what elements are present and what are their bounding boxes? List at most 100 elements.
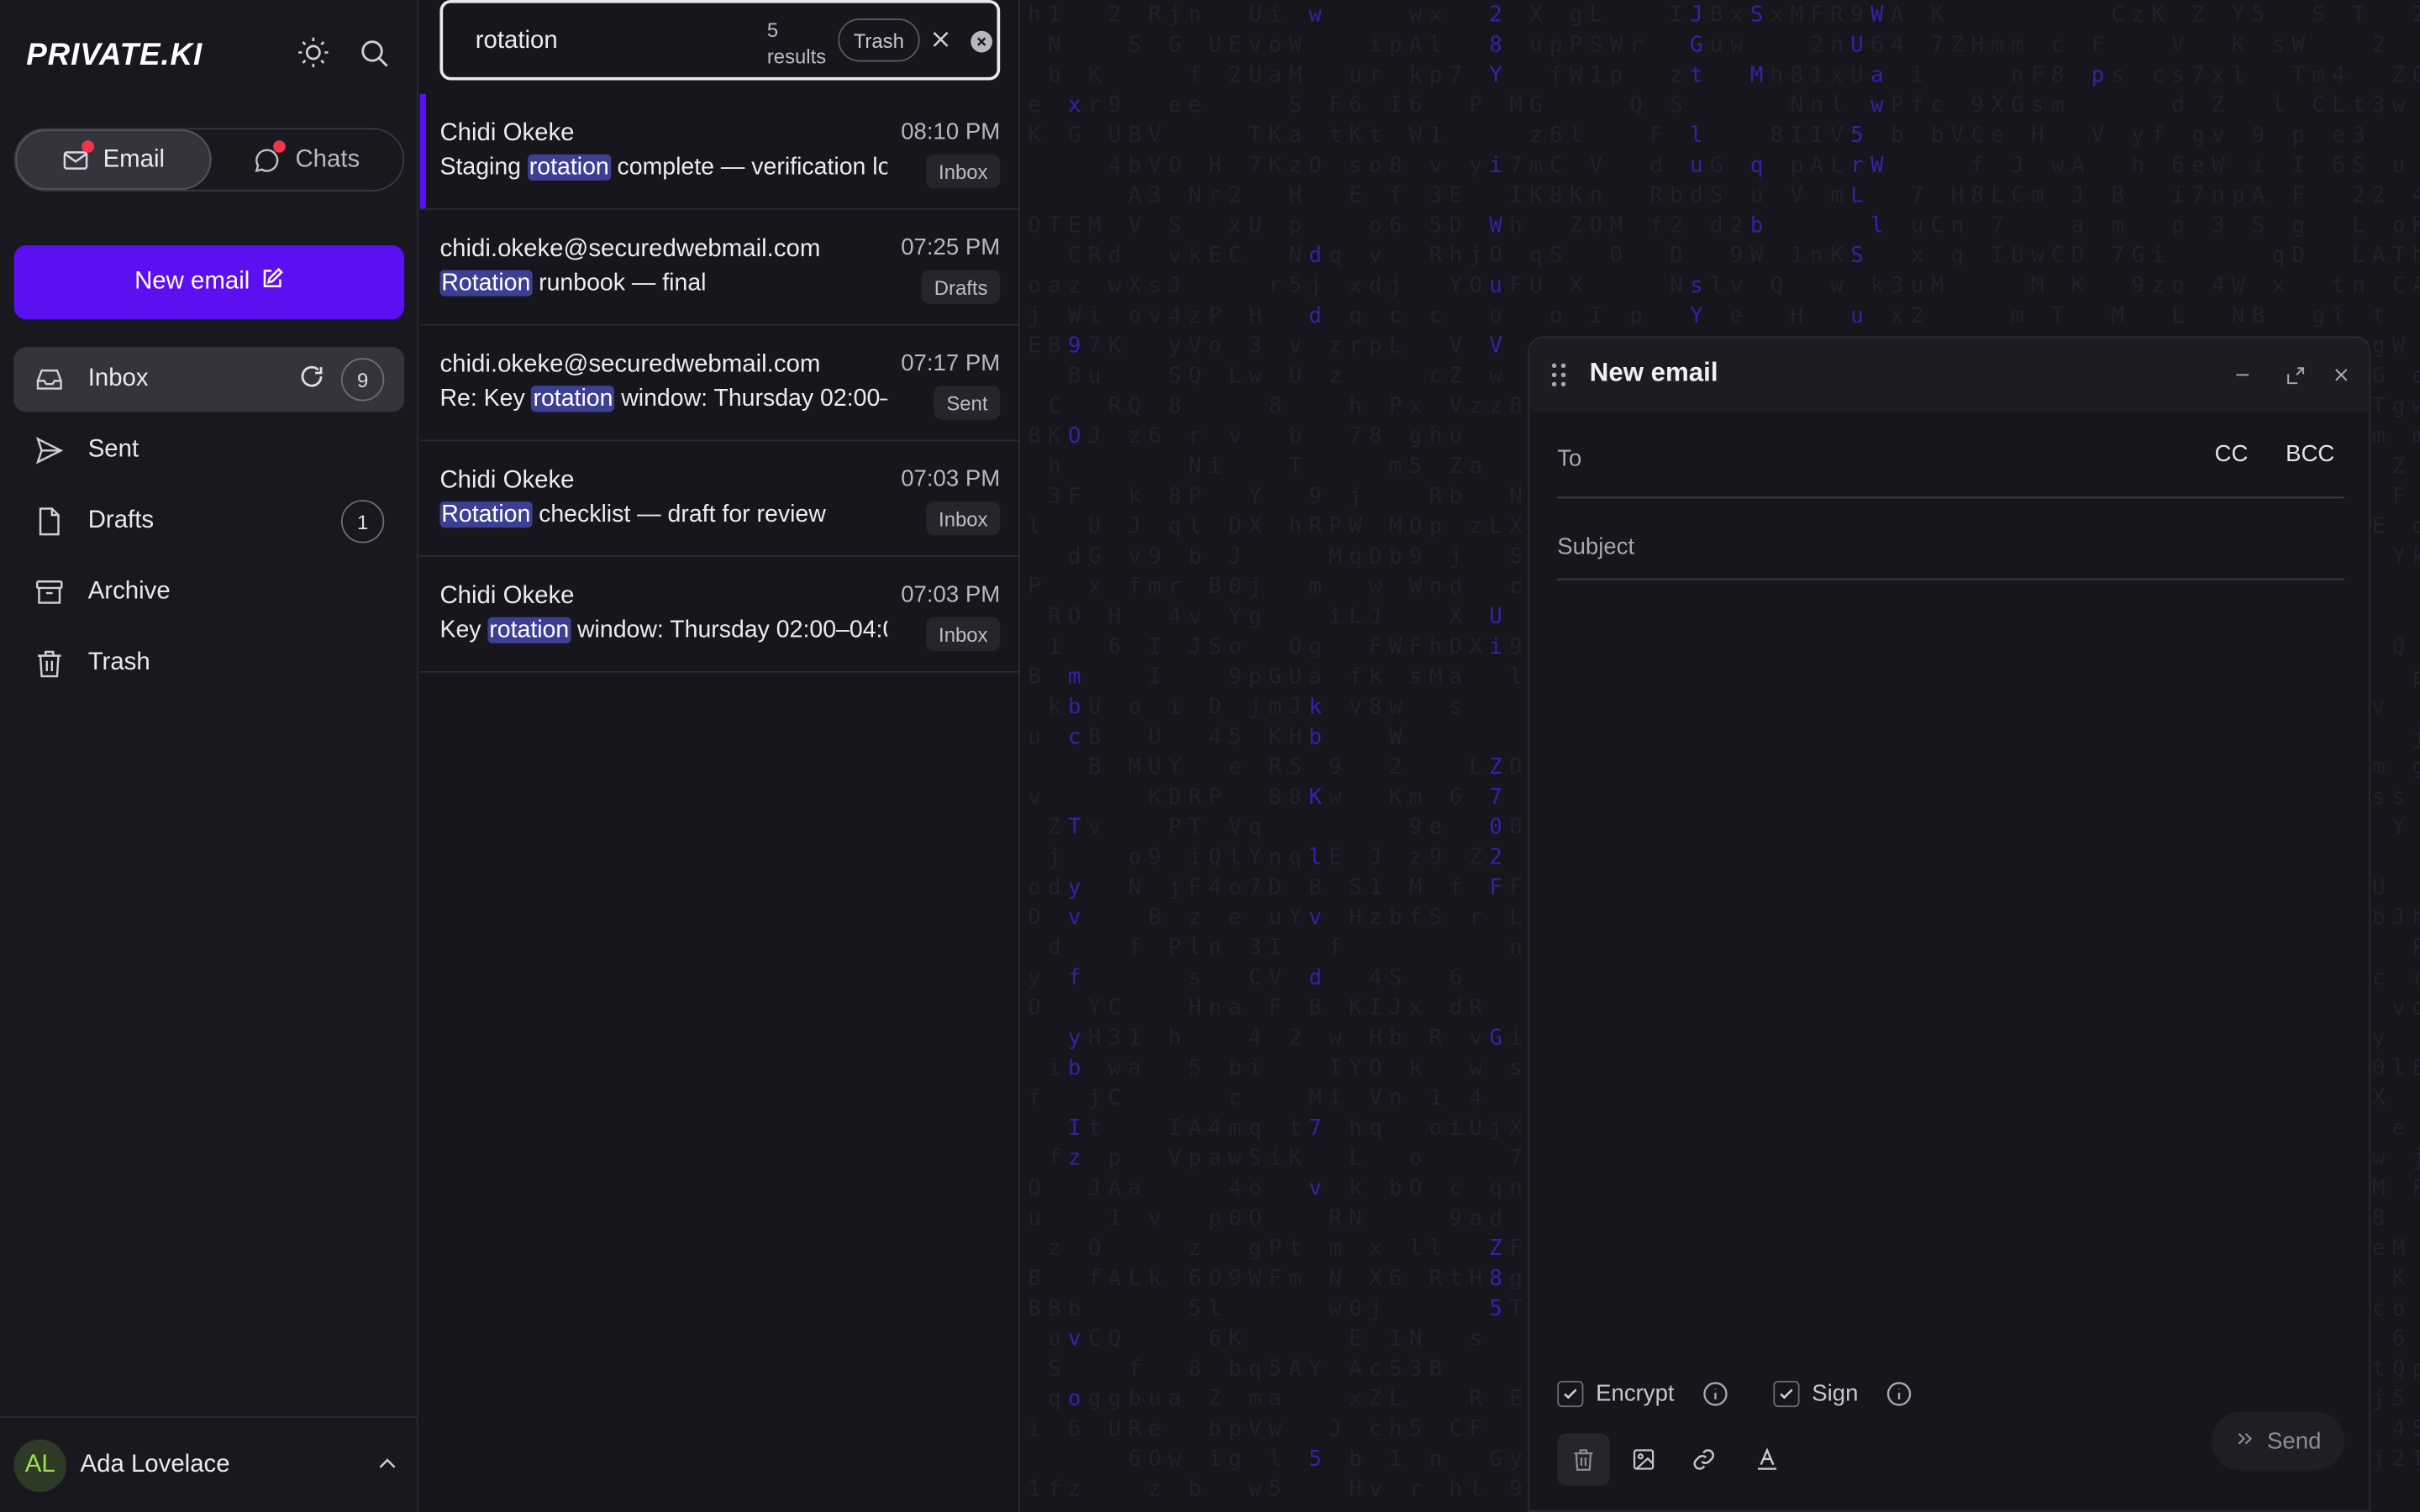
search-bar[interactable]: rotation 5 results Trash	[439, 0, 1001, 81]
svg-text:i: i	[1328, 1085, 1341, 1110]
filter-chip-trash[interactable]: Trash	[838, 18, 920, 62]
svg-text:c: c	[2051, 33, 2064, 58]
search-icon[interactable]	[355, 34, 392, 71]
info-icon[interactable]	[1702, 1381, 1728, 1407]
list-item[interactable]: chidi.okeke@securedwebmail.com Rotation …	[419, 210, 1021, 326]
svg-text:E: E	[1228, 33, 1241, 58]
sidebar-item-drafts[interactable]: Drafts 1	[14, 489, 405, 554]
bcc-button[interactable]: BCC	[2286, 441, 2334, 467]
svg-text:d: d	[2171, 92, 2184, 118]
svg-text:v: v	[1068, 1326, 1081, 1352]
svg-text:3: 3	[1429, 183, 1442, 208]
svg-text:h: h	[1289, 514, 1302, 539]
svg-text:E: E	[1028, 333, 1040, 359]
svg-text:o: o	[1369, 213, 1381, 238]
encrypt-option[interactable]: Encrypt	[1557, 1380, 1728, 1408]
svg-text:b: b	[1188, 1477, 1201, 1502]
svg-text:0: 0	[1349, 1296, 1361, 1321]
svg-text:N: N	[1509, 484, 1522, 509]
svg-text:v: v	[1349, 694, 1361, 719]
cc-button[interactable]: CC	[2215, 441, 2249, 467]
sidebar-item-trash[interactable]: Trash	[14, 631, 405, 696]
encrypt-checkbox[interactable]	[1557, 1380, 1584, 1408]
list-item[interactable]: chidi.okeke@securedwebmail.com Re: Key r…	[419, 326, 1021, 442]
clear-search-icon[interactable]	[971, 30, 992, 53]
list-item[interactable]: Chidi Okeke Staging rotation complete — …	[419, 94, 1021, 210]
svg-text:c: c	[1449, 1176, 1462, 1201]
search-input[interactable]: rotation	[476, 28, 558, 55]
svg-text:9: 9	[1309, 484, 1322, 509]
svg-text:z: z	[1149, 1477, 1161, 1502]
svg-text:f: f	[1128, 1356, 1141, 1381]
subject-field[interactable]: Subject	[1557, 512, 2344, 580]
svg-text:i: i	[2252, 153, 2265, 178]
svg-text:m: m	[2011, 303, 2023, 328]
list-item[interactable]: Chidi Okeke Key rotation window: Thursda…	[419, 557, 1021, 673]
svg-text:k: k	[1188, 243, 1202, 268]
text-format-icon[interactable]	[1741, 1433, 1793, 1485]
svg-text:N: N	[1328, 1266, 1341, 1291]
svg-text:l: l	[2332, 303, 2344, 328]
svg-text:0: 0	[1470, 273, 1482, 298]
link-icon[interactable]	[1677, 1433, 1729, 1485]
svg-text:F: F	[1649, 123, 1662, 148]
svg-text:W: W	[1409, 123, 1423, 148]
minimize-icon[interactable]	[2228, 361, 2256, 389]
close-icon[interactable]	[2328, 361, 2355, 389]
svg-text:2: 2	[1810, 33, 1823, 58]
discard-trash-icon[interactable]	[1557, 1433, 1610, 1486]
list-item[interactable]: Chidi Okeke Rotation checklist — draft f…	[419, 441, 1021, 558]
user-menu[interactable]: AL Ada Lovelace	[0, 1416, 418, 1512]
svg-text:P: P	[2412, 935, 2420, 960]
svg-text:B: B	[1429, 1356, 1442, 1381]
svg-text:F: F	[1489, 874, 1502, 900]
send-button[interactable]: Send	[2211, 1411, 2344, 1471]
svg-text:6: 6	[1449, 785, 1462, 810]
svg-text:J: J	[1369, 845, 1381, 870]
svg-text:9: 9	[1429, 845, 1442, 870]
svg-text:L: L	[2352, 213, 2365, 238]
new-email-button[interactable]: New email	[13, 245, 405, 320]
image-icon[interactable]	[1618, 1433, 1670, 1485]
sign-checkbox[interactable]	[1773, 1380, 1800, 1408]
svg-text:K: K	[1088, 62, 1102, 87]
chevron-up-icon[interactable]	[375, 1452, 399, 1484]
svg-text:3: 3	[1149, 183, 1161, 208]
svg-text:N: N	[1188, 454, 1201, 479]
mode-chats-button[interactable]: Chats	[211, 129, 403, 190]
svg-text:U: U	[1470, 1116, 1482, 1141]
svg-text:S: S	[1168, 213, 1181, 238]
svg-text:9: 9	[1850, 3, 1863, 28]
svg-text:e: e	[1168, 92, 1181, 118]
info-icon[interactable]	[1886, 1381, 1912, 1407]
svg-text:f: f	[1970, 153, 1983, 178]
sun-icon[interactable]	[295, 34, 332, 71]
svg-text:m: m	[1289, 1266, 1302, 1291]
sidebar-item-archive[interactable]: Archive	[14, 560, 405, 625]
refresh-icon[interactable]	[297, 362, 325, 397]
svg-text:u: u	[1710, 33, 1723, 58]
svg-text:g: g	[1570, 3, 1582, 28]
sidebar-item-inbox[interactable]: Inbox 9	[13, 347, 405, 412]
svg-text:V: V	[1188, 333, 1201, 359]
mode-email-button[interactable]: Email	[15, 129, 211, 190]
expand-icon[interactable]	[2281, 361, 2309, 389]
svg-text:Z: Z	[2212, 92, 2224, 118]
svg-text:w: w	[1309, 3, 1323, 28]
svg-text:x: x	[2212, 62, 2224, 87]
close-icon[interactable]	[929, 28, 953, 59]
svg-text:z: z	[1188, 905, 1201, 930]
svg-text:Y: Y	[2232, 3, 2245, 28]
svg-text:t: t	[1088, 1116, 1101, 1141]
svg-text:e: e	[2332, 123, 2344, 148]
drag-handle-icon[interactable]	[1551, 363, 1566, 396]
svg-text:U: U	[1489, 604, 1502, 629]
svg-text:6: 6	[1068, 1416, 1081, 1441]
svg-text:a: a	[1289, 123, 1302, 148]
sign-option[interactable]: Sign	[1773, 1380, 1912, 1408]
svg-text:4: 4	[1108, 153, 1121, 178]
message-body-editor[interactable]	[1557, 600, 2344, 1341]
sidebar-item-sent[interactable]: Sent	[14, 418, 405, 483]
svg-text:F: F	[1509, 273, 1522, 298]
svg-text:G: G	[1168, 33, 1181, 58]
